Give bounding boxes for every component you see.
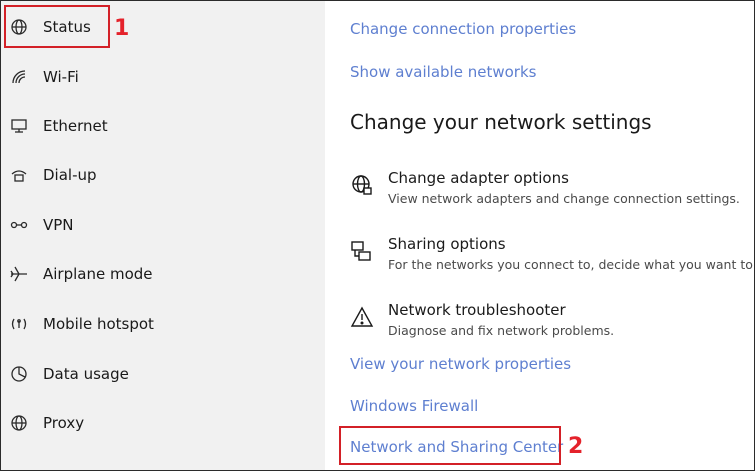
sidebar-item-proxy[interactable]: Proxy: [1, 403, 321, 443]
sidebar-item-label: Data usage: [43, 365, 129, 383]
sharing-options[interactable]: Sharing options For the networks you con…: [350, 235, 754, 285]
option-description: For the networks you connect to, decide …: [388, 257, 754, 272]
wifi-icon: [9, 67, 29, 87]
sidebar-item-label: Airplane mode: [43, 265, 153, 283]
network-troubleshooter[interactable]: Network troubleshooter Diagnose and fix …: [350, 301, 754, 351]
step-2-label: 2: [568, 434, 584, 459]
sidebar-item-label: Ethernet: [43, 117, 108, 135]
sidebar-item-ethernet[interactable]: Ethernet: [1, 106, 321, 146]
sidebar-item-label: Wi-Fi: [43, 68, 79, 86]
option-title: Change adapter options: [388, 169, 569, 187]
sidebar-item-dialup[interactable]: Dial-up: [1, 155, 321, 195]
ethernet-icon: [9, 116, 29, 136]
globe-icon: [9, 413, 29, 433]
sidebar-item-vpn[interactable]: VPN: [1, 205, 321, 245]
sidebar-item-data-usage[interactable]: Data usage: [1, 354, 321, 394]
sharing-center-highlight-box: [339, 426, 561, 465]
section-title: Change your network settings: [350, 110, 652, 134]
adapter-globe-icon: [350, 173, 374, 197]
sidebar-item-label: Mobile hotspot: [43, 315, 154, 333]
option-title: Sharing options: [388, 235, 506, 253]
option-description: View network adapters and change connect…: [388, 191, 740, 206]
sidebar-item-label: Proxy: [43, 414, 85, 432]
windows-firewall-link[interactable]: Windows Firewall: [350, 397, 478, 415]
option-title: Network troubleshooter: [388, 301, 566, 319]
status-highlight-box: [4, 5, 110, 48]
sharing-icon: [350, 239, 374, 263]
dialup-icon: [9, 165, 29, 185]
data-usage-icon: [9, 364, 29, 384]
warning-triangle-icon: [350, 305, 374, 329]
sidebar-item-mobile-hotspot[interactable]: Mobile hotspot: [1, 304, 321, 344]
view-network-properties-link[interactable]: View your network properties: [350, 355, 571, 373]
sidebar-item-label: Dial-up: [43, 166, 97, 184]
main-panel: Change connection properties Show availa…: [326, 1, 754, 470]
sidebar: Status Wi-Fi Ethernet Dial-up VPN Airpla…: [1, 1, 325, 470]
option-description: Diagnose and fix network problems.: [388, 323, 615, 338]
vpn-icon: [9, 215, 29, 235]
show-available-networks-link[interactable]: Show available networks: [350, 63, 536, 81]
sidebar-item-wifi[interactable]: Wi-Fi: [1, 57, 321, 97]
sidebar-item-label: VPN: [43, 216, 74, 234]
sidebar-item-airplane-mode[interactable]: Airplane mode: [1, 254, 321, 294]
change-connection-properties-link[interactable]: Change connection properties: [350, 20, 576, 38]
hotspot-icon: [9, 314, 29, 334]
step-1-label: 1: [114, 16, 130, 41]
change-adapter-options[interactable]: Change adapter options View network adap…: [350, 169, 754, 219]
airplane-icon: [9, 264, 29, 284]
